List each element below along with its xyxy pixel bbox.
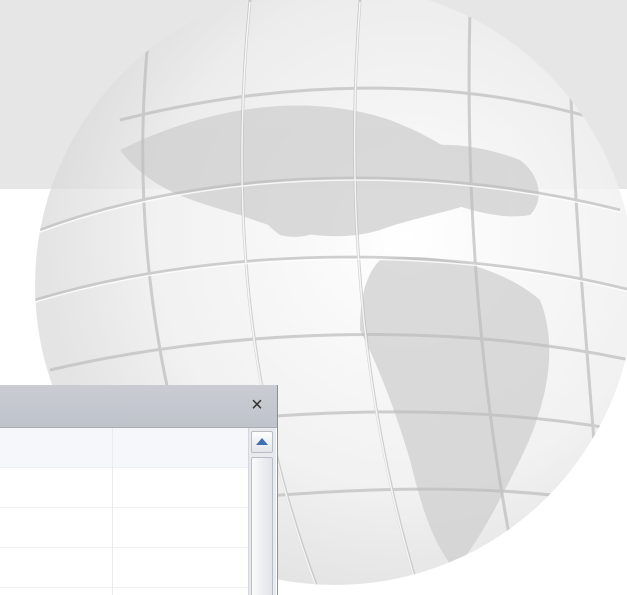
dialog-titlebar[interactable]: × — [0, 385, 277, 428]
table-row[interactable] — [0, 508, 248, 548]
table-row[interactable] — [0, 548, 248, 588]
column-divider — [112, 428, 113, 595]
scrollbar-thumb[interactable] — [251, 457, 273, 595]
table-row[interactable] — [0, 468, 248, 508]
data-grid — [0, 428, 248, 595]
grid-header-row — [0, 428, 248, 468]
scroll-up-button[interactable] — [251, 431, 273, 453]
vertical-scrollbar[interactable] — [248, 428, 276, 595]
close-icon[interactable]: × — [247, 395, 267, 415]
scroll-up-arrow-icon — [256, 438, 268, 445]
dialog-window: × — [0, 385, 278, 595]
